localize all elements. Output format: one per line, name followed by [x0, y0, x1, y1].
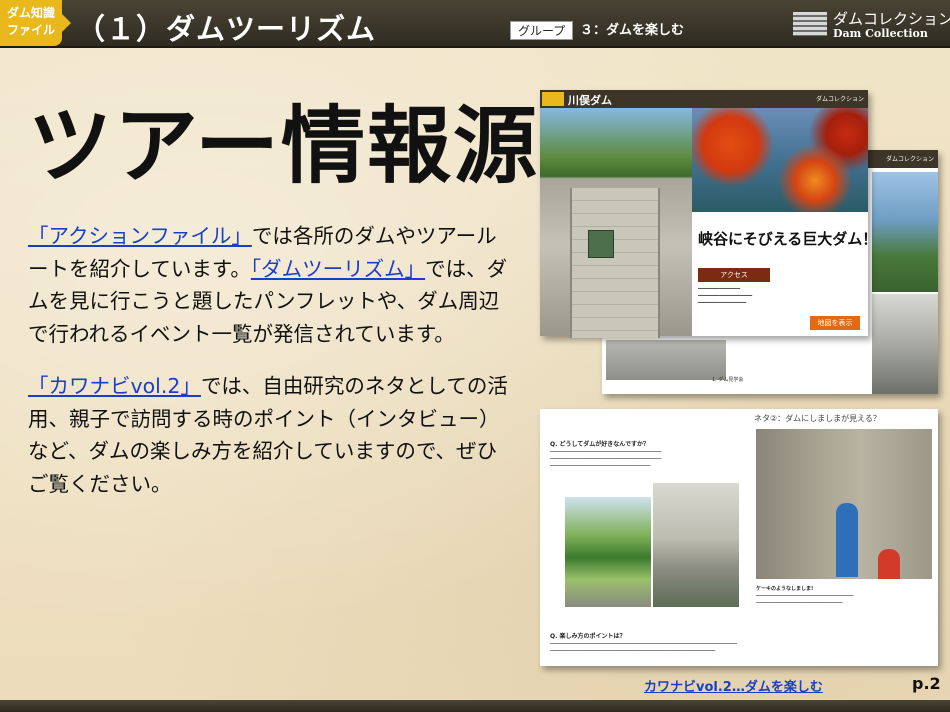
dam-photo — [540, 108, 692, 338]
qa-question-2: Q. 楽しみ方のポイントは？ — [550, 633, 626, 640]
dam-tourism-link[interactable]: 「ダムツーリズム」 — [251, 257, 425, 281]
qa-photo-park — [565, 497, 651, 607]
screenshot-kawanavi: Q. どうしてダムが好きなんですか？ ━━━━━━━━━━━━━━━━━━━━━… — [540, 409, 938, 666]
group-value: ３：ダムを楽しむ — [580, 23, 685, 38]
front-header-bar: 川俣ダム ダムコレクション — [540, 90, 868, 108]
back-photo-valley — [872, 172, 938, 292]
qa-answer-1: ━━━━━━━━━━━━━━━━━━━━━━━━━━━━━━━━━━━━━━━━… — [550, 450, 662, 469]
paragraph-2: 「カワナビvol.2」では、自由研究のネタとしての活用、親子で訪問する時のポイン… — [28, 370, 516, 500]
group-label: グループ — [510, 21, 574, 40]
category-badge: ダム知識 ファイル — [0, 0, 62, 46]
qa-question-1: Q. どうしてダムが好きなんですか？ — [550, 441, 649, 448]
kawanavi-footer-link[interactable]: カワナビvol.2…ダムを楽しむ — [644, 676, 823, 695]
back-photo-walkway — [872, 294, 938, 394]
logo-text-jp: ダムコレクション — [833, 10, 950, 28]
page-title: （１）ダムツーリズム — [76, 12, 377, 46]
front-tag-icon — [542, 92, 564, 106]
footer-bar — [0, 700, 950, 712]
page-number: p.2 — [912, 674, 941, 693]
access-details: ━━━━━━━━━━━━━━ ━━━━━━━━━━━━━━━━━━ ━━━━━━… — [698, 286, 752, 307]
paragraph-1: 「アクションファイル」では各所のダムやツアールートを紹介しています。「ダムツーリ… — [28, 220, 516, 350]
dam-wall — [570, 188, 660, 338]
access-line-3: ━━━━━━━━━━━━━━━━ — [698, 300, 747, 306]
badge-line1: ダム知識 — [6, 6, 55, 20]
main-heading: ツアー情報源 — [28, 97, 539, 195]
access-line-2: ━━━━━━━━━━━━━━━━━━ — [698, 293, 753, 299]
badge-arrow-icon — [62, 14, 71, 32]
map-button: 地図を表示 — [810, 316, 860, 330]
front-dam-name: 川俣ダム — [568, 94, 612, 107]
front-catchphrase: 峡谷にそびえる巨大ダム！ — [698, 230, 878, 248]
back-photo-bottom — [606, 340, 726, 380]
dam-collection-logo: ダムコレクション Dam Collection — [793, 10, 950, 42]
header-bar: ダム知識 ファイル （１）ダムツーリズム グループ ３：ダムを楽しむ ダムコレク… — [0, 0, 950, 48]
qa-person-child — [878, 549, 900, 579]
action-file-link[interactable]: 「アクションファイル」 — [28, 224, 252, 248]
qa-section-heading: ネタ②：ダムにしましまが見える？ — [754, 414, 881, 423]
access-label: アクセス — [698, 268, 770, 282]
badge-line2: ファイル — [6, 23, 55, 37]
qa-answer-2: ━━━━━━━━━━━━━━━━━━━━━━━━━━━━━━━━━━━━━━━━… — [550, 642, 737, 654]
screenshot-action-file: 川俣ダム ダムコレクション 峡谷にそびえる巨大ダム！ アクセス ━━━━━━━━… — [540, 90, 877, 338]
dam-gate — [588, 230, 614, 258]
front-logo-text: ダムコレクション — [815, 96, 864, 103]
qa-photo-caption-text: ━━━━━━━━━━━━━━━━━━━━━━━━━━━━━━━━━━━━ ━━━… — [756, 594, 854, 606]
qa-photo-dam-visit — [653, 483, 739, 607]
back-logo-text: ダムコレクション — [885, 156, 934, 163]
dam-logo-icon — [793, 12, 827, 36]
kawanavi-link[interactable]: 「カワナビvol.2」 — [28, 374, 201, 398]
autumn-photo — [692, 108, 868, 212]
logo-text-en: Dam Collection — [833, 27, 928, 40]
qa-photo-caption: ケーキのようなしましま! — [756, 586, 814, 592]
access-line-1: ━━━━━━━━━━━━━━ — [698, 286, 741, 292]
back-caption: 1. ダム見学会 — [712, 377, 744, 383]
qa-person-adult — [836, 503, 858, 577]
